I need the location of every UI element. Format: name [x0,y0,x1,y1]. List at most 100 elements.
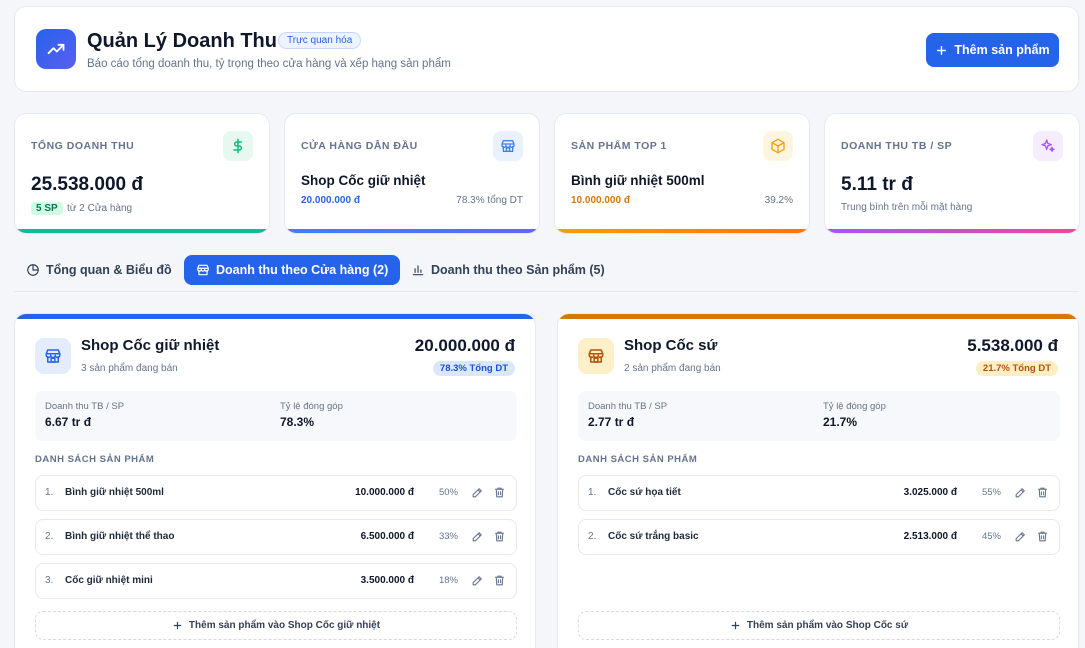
edit-icon[interactable] [1014,530,1027,548]
trash-icon[interactable] [493,574,506,592]
tab-label: Doanh thu theo Sản phẩm (5) [431,263,605,277]
top-product-value: 10.000.000 đ [571,195,630,206]
product-name: Cốc sứ họa tiết [608,487,681,498]
top-shop-value: 20.000.000 đ [301,195,360,206]
shop-card: Shop Cốc giữ nhiệt 3 sản phẩm đang bán 2… [14,313,536,648]
shop-product-count: 2 sản phẩm đang bán [624,363,721,374]
page-title: Quản Lý Doanh Thu [87,30,277,52]
stat-accent-bar [15,229,269,233]
top-product-name: Bình giữ nhiệt 500ml [571,173,705,188]
product-name: Bình giữ nhiệt 500ml [65,487,164,498]
product-index: 1. [588,487,597,498]
product-percent: 33% [438,531,458,542]
avg-value: 6.67 tr đ [45,415,92,429]
box-icon [763,131,793,161]
product-index: 1. [45,487,54,498]
share-value: 78.3% [280,415,315,429]
product-value: 3.025.000 đ [903,487,957,498]
store-icon [493,131,523,161]
edit-icon[interactable] [471,574,484,592]
stat-note: từ 2 Cửa hàng [67,203,133,214]
stat-accent-bar [825,229,1079,233]
add-product-to-shop-button[interactable]: Thêm sản phẩm vào Shop Cốc giữ nhiệt [35,611,517,640]
stat-card-average: DOANH THU TB / SP 5.11 tr đ Trung bình t… [824,113,1080,234]
shop-total: 20.000.000 đ [414,336,515,355]
page-subtitle: Báo cáo tổng doanh thu, tỷ trọng theo cử… [87,58,451,70]
stat-card-top-shop: CỬA HÀNG DẪN ĐẦU Shop Cốc giữ nhiệt 20.0… [284,113,540,234]
shop-total: 5.538.000 đ [967,336,1058,355]
trash-icon[interactable] [1036,486,1049,504]
tab-label: Tổng quan & Biểu đồ [46,263,172,277]
store-icon [578,338,614,374]
edit-icon[interactable] [471,530,484,548]
product-percent: 50% [438,487,458,498]
stat-label: DOANH THU TB / SP [841,140,953,152]
product-row: 1. Bình giữ nhiệt 500ml 10.000.000 đ 50% [35,475,517,511]
shop-metrics: Doanh thu TB / SP 2.77 tr đ Tỷ lệ đóng g… [578,391,1060,441]
top-product-share: 39.2% [764,195,793,206]
tab-bar: Tổng quan & Biểu đồ Doanh thu theo Cửa h… [14,255,1079,292]
stat-card-total-revenue: TỔNG DOANH THU 25.538.000 đ 5 SP từ 2 Cử… [14,113,270,234]
tab-overview[interactable]: Tổng quan & Biểu đồ [14,255,184,285]
tab-label: Doanh thu theo Cửa hàng (2) [216,263,389,277]
add-product-label: Thêm sản phẩm [954,43,1050,57]
share-value: 21.7% [823,415,858,429]
trash-icon[interactable] [1036,530,1049,548]
tab-revenue-by-product[interactable]: Doanh thu theo Sản phẩm (5) [399,255,617,285]
product-value: 10.000.000 đ [355,487,414,498]
share-label: Tỷ lệ đóng góp [823,401,886,412]
store-icon [35,338,71,374]
stat-card-top-product: SẢN PHẨM TOP 1 Bình giữ nhiệt 500ml 10.0… [554,113,810,234]
stat-label: SẢN PHẨM TOP 1 [571,140,667,152]
trending-up-icon [36,29,76,69]
visualization-badge: Trực quan hóa [278,32,362,49]
stat-label: CỬA HÀNG DẪN ĐẦU [301,140,418,152]
product-index: 3. [45,575,54,586]
product-name: Cốc giữ nhiệt mini [65,575,153,586]
shop-card: Shop Cốc sứ 2 sản phẩm đang bán 5.538.00… [557,313,1079,648]
stat-note: Trung bình trên mỗi mặt hàng [841,202,973,213]
page-header: Quản Lý Doanh Thu Trực quan hóa Báo cáo … [14,6,1079,92]
product-row: 1. Cốc sứ họa tiết 3.025.000 đ 55% [578,475,1060,511]
product-value: 2.513.000 đ [903,531,957,542]
stat-accent-bar [555,229,809,233]
top-shop-name: Shop Cốc giữ nhiệt [301,173,426,188]
product-list-label: DANH SÁCH SẢN PHẨM [35,454,155,465]
product-list-label: DANH SÁCH SẢN PHẨM [578,454,698,465]
trash-icon[interactable] [493,486,506,504]
stat-label: TỔNG DOANH THU [31,140,135,152]
stat-value: 5.11 tr đ [841,174,913,195]
store-icon [197,264,209,276]
shop-metrics: Doanh thu TB / SP 6.67 tr đ Tỷ lệ đóng g… [35,391,517,441]
avg-label: Doanh thu TB / SP [588,401,668,412]
edit-icon[interactable] [471,486,484,504]
shop-name: Shop Cốc sứ [624,337,718,354]
product-index: 2. [45,531,54,542]
edit-icon[interactable] [1014,486,1027,504]
product-name: Cốc sứ trắng basic [608,531,699,542]
product-value: 3.500.000 đ [360,575,414,586]
share-label: Tỷ lệ đóng góp [280,401,343,412]
add-product-to-shop-label: Thêm sản phẩm vào Shop Cốc giữ nhiệt [188,620,381,631]
shop-percent-badge: 21.7% Tổng DT [975,361,1058,376]
shop-name: Shop Cốc giữ nhiệt [81,337,220,354]
trash-icon[interactable] [493,530,506,548]
add-product-to-shop-label: Thêm sản phẩm vào Shop Cốc sứ [746,620,909,631]
add-product-button[interactable]: Thêm sản phẩm [926,33,1059,67]
plus-icon [731,621,740,630]
product-value: 6.500.000 đ [360,531,414,542]
plus-icon [173,621,182,630]
product-name: Bình giữ nhiệt thể thao [65,531,175,542]
product-percent: 18% [438,575,458,586]
dollar-icon [223,131,253,161]
shop-percent-badge: 78.3% Tổng DT [432,361,515,376]
stat-value: 25.538.000 đ [31,174,143,195]
product-percent: 45% [981,531,1001,542]
product-percent: 55% [981,487,1001,498]
add-product-to-shop-button[interactable]: Thêm sản phẩm vào Shop Cốc sứ [578,611,1060,640]
pie-chart-icon [27,264,39,276]
avg-label: Doanh thu TB / SP [45,401,125,412]
product-index: 2. [588,531,597,542]
tab-revenue-by-shop[interactable]: Doanh thu theo Cửa hàng (2) [184,255,401,285]
product-row: 2. Cốc sứ trắng basic 2.513.000 đ 45% [578,519,1060,555]
